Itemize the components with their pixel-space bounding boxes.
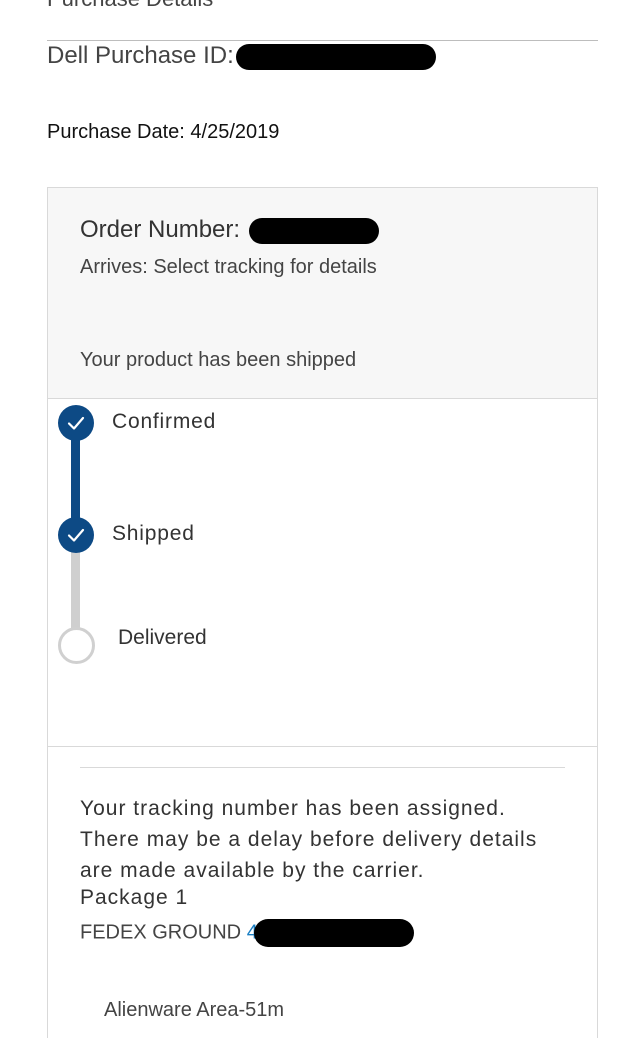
redaction-mark [253,919,414,947]
divider [80,767,565,768]
step-shipped-label: Shipped [112,522,195,545]
redaction-mark [248,217,379,244]
check-circle-icon [58,517,94,553]
redaction-mark [235,43,436,70]
empty-circle-icon [58,627,95,664]
shipment-status: Your product has been shipped [80,349,357,371]
arrival-info: Arrives: Select tracking for details [80,256,377,278]
carrier-name: FEDEX GROUND [80,921,242,944]
order-summary: Order Number: Arrives: Select tracking f… [48,188,597,399]
divider [47,40,598,41]
check-circle-icon [58,405,94,441]
step-delivered-label: Delivered [118,626,207,649]
order-number-label: Order Number: [80,216,241,243]
order-card: Order Number: Arrives: Select tracking f… [47,187,598,1038]
purchase-id-row: Dell Purchase ID: [47,42,436,70]
product-name: Alienware Area-51m [104,999,285,1021]
purchase-date: Purchase Date: 4/25/2019 [47,121,280,143]
step-confirmed-label: Confirmed [112,410,217,433]
cut-off-heading: Purchase Details [47,0,213,12]
carrier-row: FEDEX GROUND 4 [80,919,414,947]
package-label: Package 1 [80,886,189,909]
tracking-message: Your tracking number has been assigned. … [80,797,538,882]
order-progress-timeline: Confirmed Shipped Delivered [48,399,597,747]
order-number-row: Order Number: [80,216,379,244]
purchase-id-label: Dell Purchase ID: [47,42,234,69]
